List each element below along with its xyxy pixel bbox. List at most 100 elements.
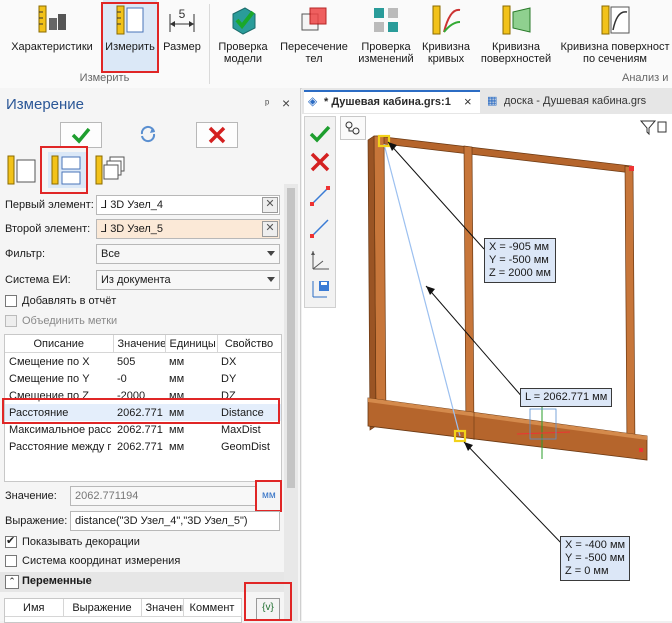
- tab-board[interactable]: ▦ доска - Душевая кабина.grs: [484, 90, 670, 113]
- variables-header[interactable]: ⌃ Переменные: [0, 572, 284, 592]
- table-row[interactable]: Максимальное расс 2062.771 мм MaxDist: [5, 421, 281, 438]
- clear-first-element-button[interactable]: ✕: [262, 197, 278, 213]
- tree-view-button[interactable]: [340, 116, 366, 140]
- axes-icon: [311, 251, 329, 270]
- save-axes-icon: [312, 281, 329, 298]
- measure-coordinate-system-label: Система координат измерения: [22, 555, 181, 567]
- tip-line: Y = -500 мм: [489, 254, 549, 266]
- column-header[interactable]: Имя: [5, 599, 64, 617]
- show-decorations-checkbox[interactable]: [5, 534, 17, 548]
- viewport-toolbar: [304, 116, 336, 308]
- surface-curvature-button[interactable]: Кривизна поверхностей: [476, 0, 556, 72]
- add-to-report-checkbox[interactable]: [5, 295, 17, 307]
- first-element-value: 3D Узел_4: [110, 199, 164, 211]
- tab-label: доска - Душевая кабина.grs: [504, 95, 647, 107]
- cell: мм: [169, 372, 185, 385]
- ok-button[interactable]: [60, 122, 102, 148]
- add-variable-button[interactable]: {v}: [256, 598, 280, 620]
- show-decorations-label: Показывать декорации: [22, 536, 140, 548]
- panel-scrollbar[interactable]: [284, 184, 298, 621]
- cell: -2000: [117, 389, 146, 402]
- save-axes-button[interactable]: [307, 275, 333, 301]
- pin-icon[interactable]: ᵖ: [265, 98, 269, 110]
- table-row-selected[interactable]: Расстояние 2062.771 мм Distance: [5, 404, 281, 421]
- cell: мм: [169, 389, 185, 402]
- column-header[interactable]: Описание: [5, 335, 114, 353]
- dimension-button[interactable]: 5 Размер: [160, 0, 204, 72]
- cell: MaxDist: [221, 423, 261, 436]
- refresh-button[interactable]: [128, 122, 168, 146]
- tab-shower-cabin[interactable]: ◈ * Душевая кабина.grs:1 ×: [304, 90, 480, 113]
- filter-toolbar-button[interactable]: [638, 118, 668, 138]
- mode-two-elements-button[interactable]: [48, 152, 86, 188]
- tab-close-button[interactable]: ×: [464, 94, 472, 109]
- cell: 2062.771: [117, 423, 163, 436]
- tip-line: Y = -500 мм: [565, 552, 625, 564]
- collapse-icon[interactable]: ⌃: [5, 575, 19, 589]
- filter-value: Все: [101, 248, 120, 260]
- table-row[interactable]: Смещение по Z -2000 мм DZ: [5, 387, 281, 404]
- cancel-button[interactable]: [196, 122, 238, 148]
- measure-label: Измерить: [105, 41, 155, 53]
- characteristics-icon: [38, 5, 66, 33]
- scrollbar-thumb[interactable]: [287, 188, 295, 488]
- cell: 505: [117, 355, 136, 368]
- table-row[interactable]: Смещение по X 505 мм DX: [5, 353, 281, 371]
- check-model-button[interactable]: Проверка модели: [214, 0, 272, 72]
- point-line-button[interactable]: [307, 215, 333, 241]
- second-element-value: 3D Узел_5: [110, 223, 164, 235]
- cell: Смещение по Z: [9, 389, 89, 402]
- value-field[interactable]: 2062.771194: [70, 486, 256, 506]
- node-icon: ⅃: [101, 223, 111, 235]
- cell: мм: [169, 440, 185, 453]
- table-row[interactable]: Смещение по Y -0 мм DY: [5, 370, 281, 387]
- cell: мм: [169, 406, 185, 419]
- point2-coordinates-tip: X = -400 мм Y = -500 мм Z = 0 мм: [560, 536, 631, 581]
- dimension-label: Размер: [163, 41, 201, 53]
- second-element-field[interactable]: ⅃ 3D Узел_5 ✕: [96, 219, 280, 239]
- measure-ruler-icon: [116, 5, 144, 35]
- table-row[interactable]: Расстояние между г 2062.771 мм GeomDist: [5, 438, 281, 455]
- first-element-field[interactable]: ⅃ 3D Узел_4 ✕: [96, 195, 280, 215]
- units-system-select[interactable]: Из документа: [96, 270, 280, 290]
- measure-coordinate-system-checkbox[interactable]: [5, 555, 17, 567]
- mode-single-button[interactable]: [4, 152, 40, 188]
- tip-line: X = -905 мм: [489, 241, 550, 253]
- ribbon: Характеристики Измерить 5 Размер Проверк…: [0, 0, 672, 89]
- column-header[interactable]: Единицы: [165, 335, 218, 353]
- column-header[interactable]: Коммент: [183, 599, 242, 617]
- refresh-icon: [140, 125, 156, 143]
- 3d-viewport[interactable]: X = -905 мм Y = -500 мм Z = 2000 мм L = …: [302, 114, 672, 621]
- filter-select[interactable]: Все: [96, 244, 280, 264]
- section-curvature-button[interactable]: Кривизна поверхност по сечениям: [558, 0, 672, 72]
- panel-title: Измерение: [6, 96, 85, 113]
- column-header[interactable]: Значение: [113, 335, 166, 353]
- line-tool-button[interactable]: [307, 183, 333, 209]
- viewport-ok-button[interactable]: [307, 121, 333, 147]
- curve-curvature-button[interactable]: Кривизна кривых: [418, 0, 474, 72]
- measure-button[interactable]: Измерить: [103, 0, 157, 72]
- merge-marks-checkbox[interactable]: [5, 315, 17, 327]
- column-header[interactable]: Свойство: [217, 335, 281, 353]
- check-changes-button[interactable]: Проверка изменений: [354, 0, 418, 72]
- column-header[interactable]: Выражение: [63, 599, 142, 617]
- line-icon: [310, 186, 330, 206]
- value-unit[interactable]: мм: [262, 490, 276, 501]
- characteristics-button[interactable]: Характеристики: [6, 0, 98, 72]
- tip-line: X = -400 мм: [565, 539, 626, 551]
- clear-second-element-button[interactable]: ✕: [262, 221, 278, 237]
- viewport-cancel-button[interactable]: [307, 149, 333, 175]
- check-icon: [309, 125, 331, 143]
- surface-curvature-label: Кривизна поверхностей: [480, 41, 552, 65]
- intersection-button[interactable]: Пересечение тел: [274, 0, 354, 72]
- intersection-label: Пересечение тел: [280, 41, 348, 65]
- panel-close-button[interactable]: ×: [282, 95, 290, 111]
- section-curvature-icon: [601, 5, 630, 35]
- cell: Distance: [221, 406, 264, 419]
- coordinate-system-button[interactable]: [307, 247, 333, 273]
- expression-field[interactable]: distance("3D Узел_4","3D Узел_5"): [70, 511, 280, 531]
- column-header[interactable]: Значени: [141, 599, 184, 617]
- mode-multiple-button[interactable]: [92, 152, 128, 188]
- intersection-icon: [301, 7, 327, 31]
- cell: Смещение по Y: [9, 372, 90, 385]
